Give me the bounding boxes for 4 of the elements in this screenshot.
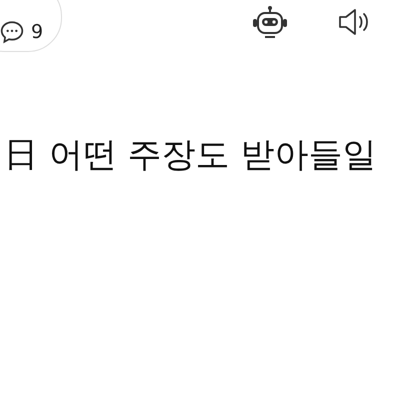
robot-icon[interactable] <box>252 5 288 39</box>
headline: 日 어떤 주장도 받아들일 <box>3 134 378 177</box>
comment-button[interactable]: 9 <box>0 0 62 52</box>
speech-bubble-icon <box>0 19 25 45</box>
